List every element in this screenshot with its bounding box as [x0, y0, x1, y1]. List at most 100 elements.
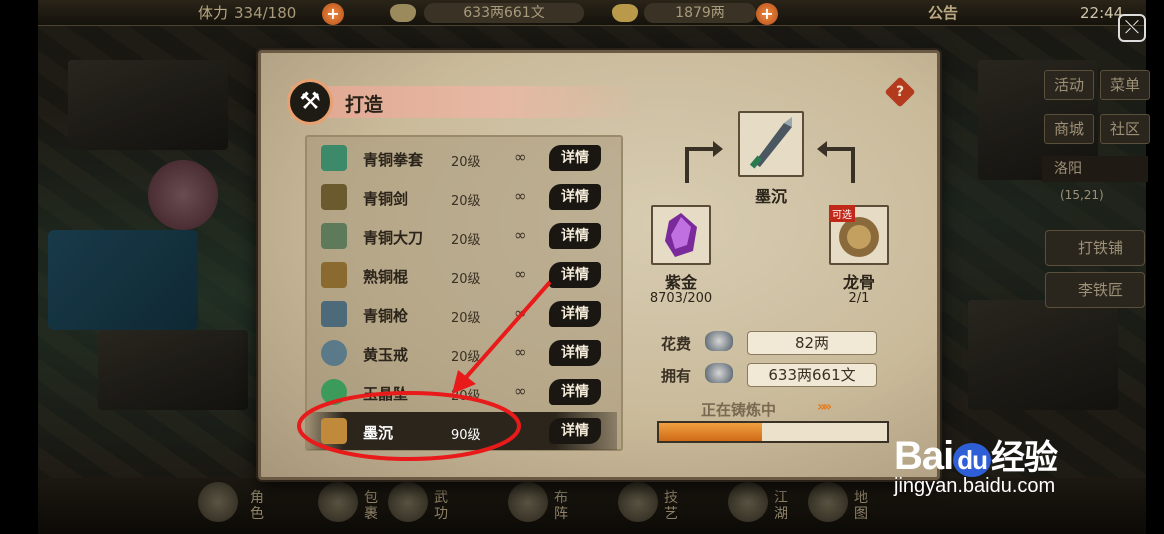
gold-value: 1879两: [644, 3, 756, 23]
silver-ingot-icon: [390, 4, 416, 22]
recipe-count: ∞: [514, 382, 527, 400]
detail-button[interactable]: 详情: [549, 418, 601, 444]
detail-button[interactable]: 详情: [549, 145, 601, 171]
bag-icon[interactable]: [318, 482, 358, 522]
recipe-count: ∞: [514, 265, 527, 283]
recipe-count: ∞: [514, 148, 527, 166]
recipe-name: 青铜剑: [363, 190, 409, 208]
cost-label: 花费: [661, 335, 692, 353]
recipe-row[interactable]: 熟铜棍 20级 ∞ 详情: [307, 256, 617, 294]
detail-button[interactable]: 详情: [549, 262, 601, 288]
bottom-menu-formation[interactable]: 布阵: [550, 490, 572, 522]
role-icon[interactable]: [198, 482, 238, 522]
recipe-name: 青铜大刀: [363, 229, 424, 247]
shop-button[interactable]: 商城: [1044, 114, 1094, 144]
ring-icon: [321, 340, 347, 366]
watermark-url: jingyan.baidu.com: [894, 475, 1056, 497]
recipe-name: 青铜拳套: [363, 151, 424, 169]
bottom-menu-jianghu[interactable]: 江湖: [770, 490, 792, 522]
detail-button[interactable]: 详情: [549, 340, 601, 366]
pendant-icon: [321, 379, 347, 405]
recipe-row[interactable]: 玉晶坠 20级 ∞ 详情: [307, 373, 617, 411]
forging-progress-bar: [657, 421, 889, 443]
detail-button[interactable]: 详情: [549, 223, 601, 249]
sword-icon: [321, 184, 347, 210]
recipe-row[interactable]: 青铜拳套 20级 ∞ 详情: [307, 139, 617, 177]
optional-badge: 可选: [829, 205, 855, 222]
recipe-count: ∞: [514, 187, 527, 205]
bottom-menu-skill[interactable]: 技艺: [660, 490, 682, 522]
add-gold-button[interactable]: +: [756, 3, 778, 25]
recipe-name: 青铜枪: [363, 307, 409, 325]
notice-button[interactable]: 公告: [928, 3, 958, 23]
help-button[interactable]: ?: [884, 76, 916, 108]
skill-icon[interactable]: [618, 482, 658, 522]
detail-button[interactable]: 详情: [549, 379, 601, 405]
detail-button[interactable]: 详情: [549, 184, 601, 210]
community-button[interactable]: 社区: [1100, 114, 1150, 144]
material1-count: 8703/200: [649, 291, 713, 306]
bottom-menu-bag[interactable]: 包裹: [360, 490, 382, 522]
martial-icon[interactable]: [388, 482, 428, 522]
recipe-name: 墨沉: [363, 424, 394, 442]
gold-ingot-icon: [612, 4, 638, 22]
blacksmith-shop-label: 打铁铺: [1078, 239, 1124, 257]
recipe-level: 20级: [451, 389, 481, 404]
staff-icon: [321, 262, 347, 288]
watermark-du: du: [953, 443, 992, 477]
forge-panel: ⚒ 打造 ? 青铜拳套 20级 ∞ 详情 青铜剑 20级 ∞ 详情 青铜大刀 2…: [258, 50, 940, 480]
formation-icon[interactable]: [508, 482, 548, 522]
add-stamina-button[interactable]: +: [322, 3, 344, 25]
map-coords: (15,21): [1060, 188, 1104, 202]
material-slot-2[interactable]: 可选: [829, 205, 889, 265]
top-status-bar: 体力 334/180 + 633两661文 1879两 + 公告 22:44: [38, 0, 1146, 26]
arrow-left-icon: [685, 141, 723, 183]
scroll-icon: [321, 418, 347, 444]
recipe-row[interactable]: 青铜枪 20级 ∞ 详情: [307, 295, 617, 333]
city-name: 洛阳: [1054, 161, 1082, 177]
target-item-name: 墨沉: [754, 187, 787, 206]
recipe-row[interactable]: 青铜剑 20级 ∞ 详情: [307, 178, 617, 216]
own-label: 拥有: [661, 367, 692, 385]
baidu-watermark: Bai du 经验 jingyan.baidu.com: [894, 430, 1058, 498]
recipe-row[interactable]: 青铜大刀 20级 ∞ 详情: [307, 217, 617, 255]
jianghu-icon[interactable]: [728, 482, 768, 522]
blacksmith-npc-label: 李铁匠: [1078, 281, 1124, 299]
material2-name: 龙骨: [842, 273, 875, 292]
silver-ingot-icon: [705, 363, 733, 383]
recipe-count: ∞: [514, 304, 527, 322]
menu-button[interactable]: 菜单: [1100, 70, 1150, 100]
material1-name: 紫金: [664, 273, 697, 292]
blacksmith-npc-button[interactable]: 李铁匠: [1045, 272, 1145, 308]
watermark-bai: Bai: [894, 434, 954, 478]
forging-status: 正在铸炼中: [701, 401, 777, 419]
map-icon[interactable]: [808, 482, 848, 522]
recipe-list[interactable]: 青铜拳套 20级 ∞ 详情 青铜剑 20级 ∞ 详情 青铜大刀 20级 ∞ 详情…: [305, 135, 623, 451]
recipe-level: 20级: [451, 194, 481, 209]
cost-value: 82两: [747, 331, 877, 355]
baidu-logo: Bai du 经验: [894, 430, 1058, 479]
dagger-icon: [749, 117, 792, 169]
recipe-name: 玉晶坠: [363, 385, 409, 403]
bottom-menu-role[interactable]: 角色: [246, 490, 268, 522]
material2-count: 2/1: [848, 291, 870, 306]
location-indicator: 洛阳 (15,21): [1042, 156, 1148, 202]
target-item-slot[interactable]: [738, 111, 804, 177]
fullscreen-close-icon[interactable]: ⤬: [1118, 14, 1146, 42]
recipe-row[interactable]: 黄玉戒 20级 ∞ 详情: [307, 334, 617, 372]
blacksmith-shop-button[interactable]: 打铁铺: [1045, 230, 1145, 266]
double-chevron-icon: »»: [817, 399, 832, 415]
forge-emblem-icon: ⚒: [287, 79, 333, 125]
recipe-count: ∞: [514, 226, 527, 244]
bottom-menu-martial[interactable]: 武功: [430, 490, 452, 522]
silver-ingot-icon: [705, 331, 733, 351]
recipe-level: 20级: [451, 155, 481, 170]
detail-button[interactable]: 详情: [549, 301, 601, 327]
material-slot-1[interactable]: [651, 205, 711, 265]
gauntlet-icon: [321, 145, 347, 171]
recipe-row-selected[interactable]: 墨沉 90级 详情: [307, 412, 617, 450]
arrow-right-icon: [817, 141, 855, 183]
activity-button[interactable]: 活动: [1044, 70, 1094, 100]
bottom-menu-map[interactable]: 地图: [850, 490, 872, 522]
recipe-level: 20级: [451, 272, 481, 287]
